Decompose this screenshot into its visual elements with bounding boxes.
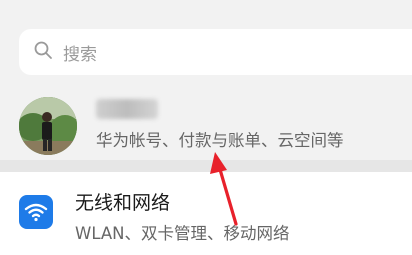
account-subtitle: 华为帐号、付款与账单、云空间等 [96, 131, 344, 150]
wireless-network-item[interactable]: 无线和网络 WLAN、双卡管理、移动网络 [0, 172, 412, 255]
search-icon [33, 40, 53, 64]
search-placeholder: 搜索 [63, 44, 97, 65]
settings-page: 搜索 华为帐号、付款与账单、云空间等 无线和网络 WLAN、双卡管理、移动网络 [0, 0, 412, 255]
account-name-blurred [96, 99, 158, 119]
wireless-network-subtitle: WLAN、双卡管理、移动网络 [75, 224, 290, 243]
section-divider [0, 160, 412, 172]
wifi-icon [19, 195, 53, 229]
search-bar[interactable]: 搜索 [19, 29, 412, 75]
avatar [19, 97, 77, 155]
account-row[interactable]: 华为帐号、付款与账单、云空间等 [0, 87, 412, 159]
wireless-network-title: 无线和网络 [75, 192, 171, 214]
